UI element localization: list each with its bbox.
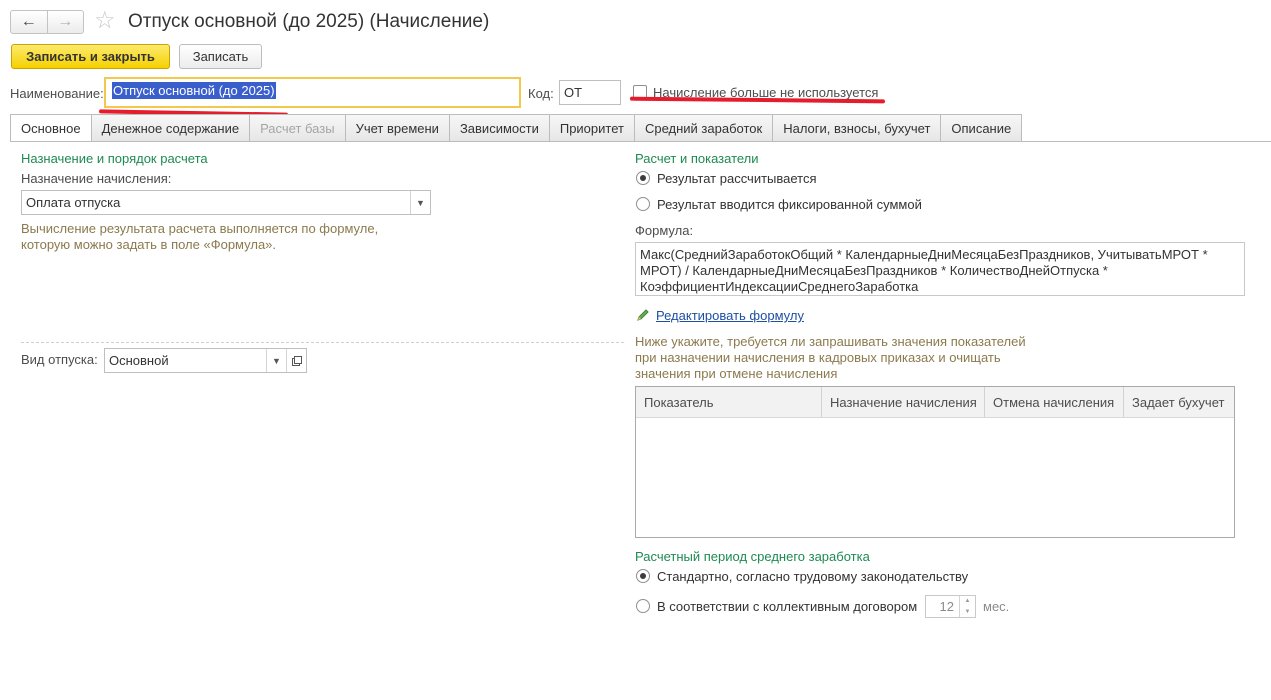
period-collective-radio[interactable] [636,599,650,613]
chevron-up-icon[interactable]: ▲ [960,596,975,607]
tab-taxes[interactable]: Налоги, взносы, бухучет [773,114,942,142]
pencil-icon [636,308,650,325]
result-fixed-radio[interactable] [636,197,650,211]
stepper-buttons[interactable]: ▲ ▼ [959,596,975,617]
back-button[interactable]: ← [11,11,47,33]
column-assignment[interactable]: Назначение начисления [822,387,985,417]
name-label: Наименование: [10,86,104,101]
table-header: Показатель Назначение начисления Отмена … [636,387,1234,418]
save-button[interactable]: Записать [179,44,262,69]
vacation-type-label: Вид отпуска: [21,352,98,367]
purpose-hint-line: Вычисление результата расчета выполняетс… [21,221,379,236]
column-cancellation[interactable]: Отмена начисления [985,387,1124,417]
arrow-right-icon: → [57,13,74,30]
purpose-select-value: Оплата отпуска [26,195,121,210]
tab-salary[interactable]: Денежное содержание [91,114,251,142]
indicators-table[interactable]: Показатель Назначение начисления Отмена … [635,386,1235,538]
period-section-title: Расчетный период среднего заработка [635,549,870,564]
formula-line: МРОТ) / КалендарныеДниМесяцаБезПразднико… [640,263,1108,278]
arrow-left-icon: ← [20,13,37,30]
tab-time-accounting[interactable]: Учет времени [345,114,450,142]
calc-section-title: Расчет и показатели [635,151,759,166]
chevron-down-icon[interactable]: ▼ [266,349,286,372]
purpose-select[interactable]: Оплата отпуска ▼ [21,190,431,215]
edit-formula-link[interactable]: Редактировать формулу [656,308,804,323]
open-form-icon[interactable] [286,349,306,372]
vacation-type-select[interactable]: Основной ▼ [104,348,307,373]
vacation-type-value: Основной [109,353,169,368]
purpose-hint: Вычисление результата расчета выполняетс… [21,221,421,253]
purpose-section-title: Назначение и порядок расчета [21,151,208,166]
name-input-value: Отпуск основной (до 2025) [112,82,276,99]
forward-button[interactable]: → [48,11,84,33]
period-standard-label[interactable]: Стандартно, согласно трудовому законодат… [657,569,968,584]
navigation-buttons: ← → [10,10,84,34]
purpose-label: Назначение начисления: [21,171,172,186]
indicators-hint-line: значения при отмене начисления [635,366,838,381]
chevron-down-icon[interactable]: ▼ [960,607,975,618]
period-collective-label[interactable]: В соответствии с коллективным договором [657,599,917,614]
result-fixed-label[interactable]: Результат вводится фиксированной суммой [657,197,922,212]
result-calculated-label[interactable]: Результат рассчитывается [657,171,817,186]
tab-description[interactable]: Описание [941,114,1023,142]
formula-line: Макс(СреднийЗаработокОбщий * Календарные… [640,247,1208,262]
tab-priority[interactable]: Приоритет [549,114,635,142]
formula-label: Формула: [635,223,694,238]
tab-bar: Основное Денежное содержание Расчет базы… [10,114,1023,142]
page-title: Отпуск основной (до 2025) (Начисление) [128,11,490,32]
result-calculated-radio[interactable] [636,171,650,185]
column-indicator[interactable]: Показатель [636,387,822,417]
tab-dependencies[interactable]: Зависимости [449,114,550,142]
tab-underline [10,141,1271,142]
save-and-close-button[interactable]: Записать и закрыть [11,44,170,69]
months-unit: мес. [983,599,1010,614]
chevron-down-icon[interactable]: ▼ [410,191,430,214]
formula-field[interactable]: Макс(СреднийЗаработокОбщий * Календарные… [635,242,1245,296]
left-divider [21,342,624,343]
code-input[interactable]: ОТ [559,80,621,105]
months-value: 12 [939,599,954,614]
tab-average-earnings[interactable]: Средний заработок [634,114,774,142]
tab-main[interactable]: Основное [10,114,92,142]
code-label: Код: [528,86,554,101]
purpose-hint-line: которую можно задать в поле «Формула». [21,237,277,252]
tab-base-calculation[interactable]: Расчет базы [250,114,346,142]
indicators-hint-line: при назначении начисления в кадровых при… [635,350,1001,365]
months-stepper[interactable]: 12 ▲ ▼ [925,595,976,618]
indicators-hint: Ниже укажите, требуется ли запрашивать з… [635,334,1055,382]
indicators-hint-line: Ниже укажите, требуется ли запрашивать з… [635,334,1026,349]
name-input[interactable]: Отпуск основной (до 2025) [104,77,521,108]
formula-line: КоэффициентИндексацииСреднегоЗаработка [640,279,919,294]
column-accounting[interactable]: Задает бухучет [1124,387,1234,417]
period-standard-radio[interactable] [636,569,650,583]
star-icon[interactable]: ☆ [94,8,116,34]
